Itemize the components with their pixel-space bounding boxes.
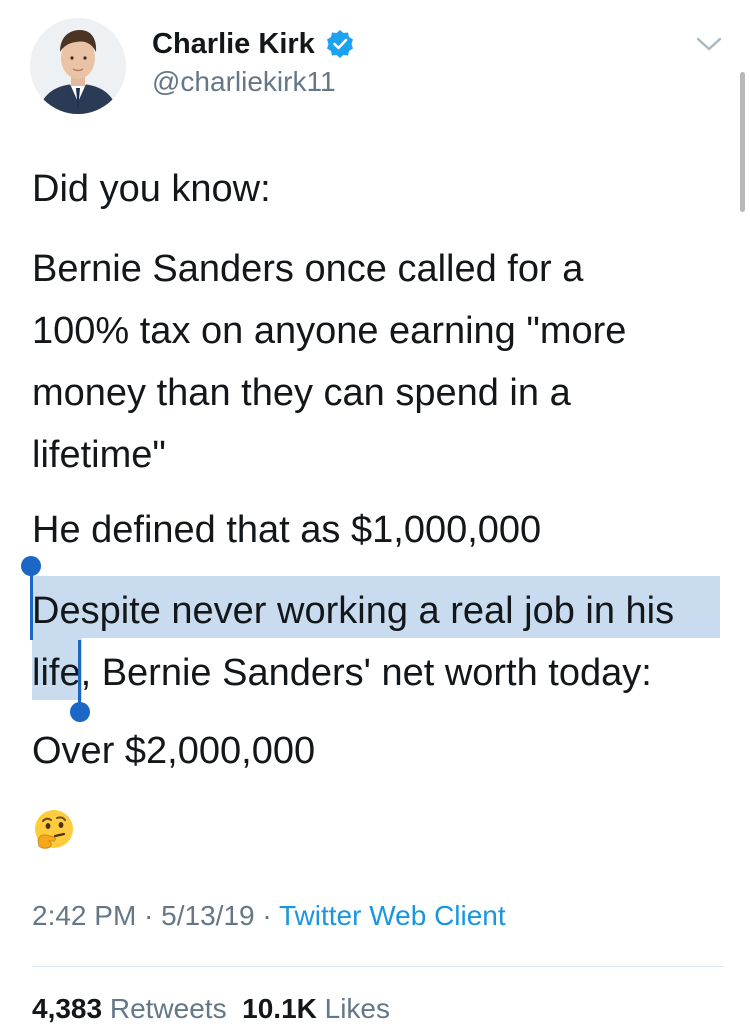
author-name[interactable]: Charlie Kirk: [152, 28, 315, 61]
retweets-stat[interactable]: 4,383 Retweets: [32, 993, 227, 1024]
tweet-paragraph: He defined that as $1,000,000: [32, 509, 542, 551]
separator-dot: ·: [254, 900, 279, 931]
tweet-paragraph: Over $2,000,000: [32, 730, 316, 772]
separator-dot: ·: [136, 900, 162, 931]
likes-stat[interactable]: 10.1K Likes: [242, 993, 390, 1024]
tweet-source-link[interactable]: Twitter Web Client: [279, 900, 506, 931]
tweet-paragraph-selected: Despite never working a real job in his …: [32, 590, 675, 694]
retweets-label: Retweets: [109, 993, 227, 1024]
selection-start-handle[interactable]: [21, 556, 41, 576]
author-handle[interactable]: @charliekirk11: [152, 66, 336, 98]
selection-start-caret[interactable]: [30, 568, 33, 640]
selection-end-caret[interactable]: [78, 640, 81, 710]
verified-badge-icon: [327, 30, 353, 58]
tweet-timestamp-line: 2:42 PM · 5/13/19 · Twitter Web Client: [32, 900, 506, 932]
chevron-down-icon[interactable]: [694, 34, 724, 54]
thinking-face-emoji-icon: [35, 810, 73, 849]
avatar[interactable]: [30, 18, 126, 114]
scrollbar[interactable]: [740, 72, 745, 212]
tweet-paragraph: Did you know:: [32, 168, 271, 210]
retweets-count: 4,383: [32, 993, 103, 1024]
engagement-stats: 4,383 Retweets 10.1K Likes: [32, 993, 390, 1025]
tweet-time[interactable]: 2:42 PM: [32, 900, 136, 931]
divider: [32, 966, 724, 967]
selection-end-handle[interactable]: [70, 702, 90, 722]
tweet-date[interactable]: 5/13/19: [161, 900, 254, 931]
tweet-paragraph: Bernie Sanders once called for a 100% ta…: [32, 248, 627, 476]
likes-count: 10.1K: [242, 993, 317, 1024]
likes-label: Likes: [324, 993, 391, 1024]
